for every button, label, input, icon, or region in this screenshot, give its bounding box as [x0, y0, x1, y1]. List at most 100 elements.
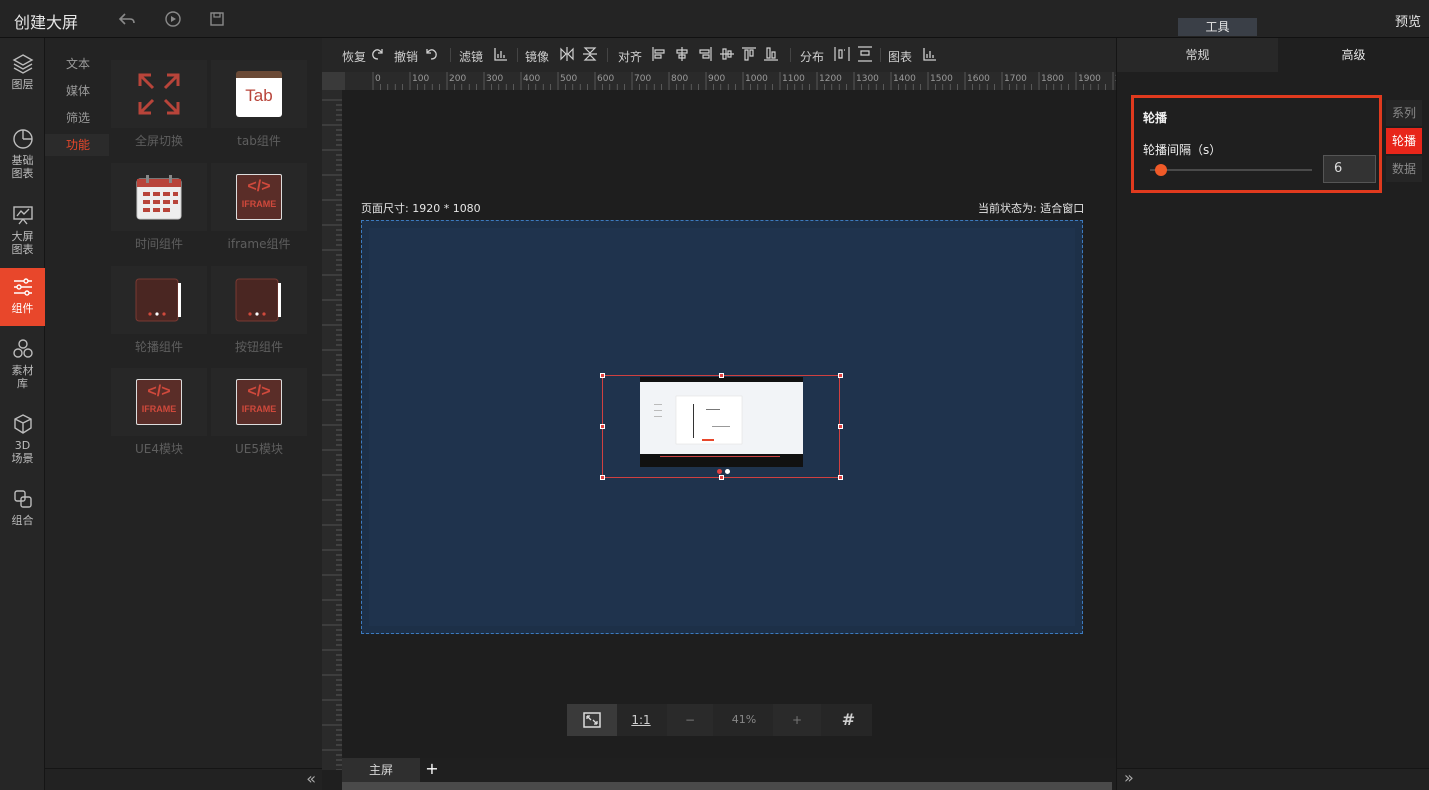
carousel-component-selection[interactable]	[600, 373, 843, 480]
screen-tab-main[interactable]: 主屏	[342, 758, 420, 782]
tab-advanced[interactable]: 高级	[1278, 38, 1429, 72]
component-button[interactable]: 按钮组件	[211, 266, 307, 355]
zoom-in-button[interactable]: +	[773, 704, 821, 736]
nav-item-layers[interactable]: 图层	[0, 52, 45, 108]
align-top-icon[interactable]	[741, 46, 757, 62]
undo-icon[interactable]	[423, 46, 439, 62]
align-center-h-icon[interactable]	[674, 46, 690, 62]
resize-handle[interactable]	[600, 475, 605, 480]
component-carousel[interactable]: 轮播组件	[111, 266, 207, 355]
horizontal-ruler: 0 100 200 300 400 500 600 700 800 900 1000 1100 1200…	[345, 72, 1116, 90]
category-function[interactable]: 功能	[45, 134, 109, 156]
nav-item-assets[interactable]: 素材 库	[0, 338, 45, 394]
category-text[interactable]: 文本	[45, 53, 109, 75]
side-tab-series[interactable]: 系列	[1386, 100, 1422, 126]
ruler-corner	[322, 72, 345, 90]
separator	[450, 48, 451, 62]
ruler-label: 500	[560, 74, 577, 84]
ruler-label: 400	[523, 74, 540, 84]
flip-horizontal-icon[interactable]	[559, 46, 575, 62]
category-media[interactable]: 媒体	[45, 80, 109, 102]
chart-button[interactable]: 图表	[888, 48, 912, 65]
distribute-v-icon[interactable]	[857, 46, 873, 62]
align-left-icon[interactable]	[651, 46, 667, 62]
component-label: UE4模块	[134, 442, 183, 456]
resize-handle[interactable]	[600, 424, 605, 429]
save-icon[interactable]	[208, 10, 226, 28]
component-fullscreen-toggle[interactable]: 全屏切换	[111, 60, 207, 149]
side-tab-carousel[interactable]: 轮播	[1386, 128, 1422, 154]
nav-item-components[interactable]: 组件	[0, 268, 45, 326]
interval-slider[interactable]	[1150, 169, 1312, 171]
layers-icon	[12, 54, 33, 74]
component-iframe[interactable]: </> IFRAME iframe组件	[211, 163, 307, 252]
component-label: 全屏切换	[134, 134, 183, 148]
distribute-button[interactable]: 分布	[800, 48, 824, 65]
align-right-icon[interactable]	[697, 46, 713, 62]
chart-icon[interactable]	[922, 46, 938, 62]
tool-tab[interactable]: 工具	[1178, 18, 1257, 36]
filter-chart-icon[interactable]	[493, 46, 509, 62]
resize-handle[interactable]	[838, 475, 843, 480]
component-ue5[interactable]: </> IFRAME UE5模块	[211, 368, 307, 457]
resize-handle[interactable]	[719, 475, 724, 480]
filter-button[interactable]: 滤镜	[459, 48, 483, 65]
ruler-label: 100	[412, 74, 429, 84]
current-state-label: 当前状态为: 适合窗口	[978, 202, 1085, 215]
align-middle-icon[interactable]	[719, 46, 735, 62]
resize-handle[interactable]	[719, 373, 724, 378]
undo-button[interactable]: 撤销	[394, 48, 418, 65]
zoom-bar: 1:1 − 41% + #	[567, 704, 872, 736]
carousel-dot-active[interactable]	[717, 469, 722, 474]
left-nav: 图层 基础 图表 大屏 图表 组件 素材 库 3D 场景 组合	[0, 38, 45, 790]
zoom-level: 41%	[731, 713, 757, 726]
component-grid: 全屏切换 Tab tab组件 时间组件 </> IFRAME iframe组件 轮…	[109, 38, 322, 768]
redo-button[interactable]: 恢复	[342, 48, 366, 65]
ruler-label: 1200	[819, 74, 842, 84]
side-tab-data[interactable]: 数据	[1386, 156, 1422, 182]
iframe-icon: </> IFRAME	[136, 379, 182, 425]
fit-window-button[interactable]	[567, 704, 617, 736]
nav-item-screen-charts[interactable]: 大屏 图表	[0, 204, 45, 260]
category-filter[interactable]: 筛选	[45, 107, 109, 129]
interval-input[interactable]: 6	[1323, 155, 1376, 183]
tab-general[interactable]: 常规	[1117, 38, 1278, 72]
component-label: 轮播组件	[134, 340, 183, 354]
component-ue4[interactable]: </> IFRAME UE4模块	[111, 368, 207, 457]
align-bottom-icon[interactable]	[763, 46, 779, 62]
nav-item-basic-charts[interactable]: 基础 图表	[0, 128, 45, 184]
component-time[interactable]: 时间组件	[111, 163, 207, 252]
button-component-icon	[235, 278, 281, 322]
resize-handle[interactable]	[838, 373, 843, 378]
mirror-button[interactable]: 镜像	[525, 48, 549, 65]
interval-slider-thumb[interactable]	[1155, 164, 1168, 176]
carousel-dot[interactable]	[725, 469, 730, 474]
ruler-label: 1900	[1078, 74, 1101, 84]
preview-button[interactable]: 预览	[1395, 11, 1421, 30]
play-icon[interactable]	[164, 10, 182, 28]
sliders-icon	[13, 278, 32, 296]
horizontal-scrollbar[interactable]	[342, 782, 1112, 790]
actual-size-button[interactable]: 1:1	[619, 704, 663, 736]
carousel-icon	[135, 278, 181, 322]
zoom-out-button[interactable]: −	[667, 704, 713, 736]
resize-handle[interactable]	[600, 373, 605, 378]
collapse-left-icon[interactable]: «	[306, 769, 316, 788]
component-tab[interactable]: Tab tab组件	[211, 60, 307, 149]
nav-item-3d-scene[interactable]: 3D 场景	[0, 413, 45, 469]
redo-icon[interactable]	[370, 46, 386, 62]
grid-toggle-button[interactable]: #	[825, 704, 872, 736]
flip-vertical-icon[interactable]	[582, 46, 598, 62]
ruler-label: 1000	[745, 74, 768, 84]
iframe-icon: </> IFRAME	[236, 174, 282, 220]
nav-item-group[interactable]: 组合	[0, 488, 45, 534]
right-panel-footer	[1117, 768, 1429, 790]
align-button[interactable]: 对齐	[618, 48, 642, 65]
top-bar: 创建大屏 工具 预览	[0, 0, 1429, 38]
nav-label: 大屏 图表	[11, 230, 34, 256]
add-screen-button[interactable]: +	[424, 758, 440, 780]
undo-arrow-icon[interactable]	[118, 10, 136, 28]
collapse-right-icon[interactable]: »	[1124, 768, 1134, 787]
distribute-h-icon[interactable]	[834, 46, 850, 62]
resize-handle[interactable]	[838, 424, 843, 429]
